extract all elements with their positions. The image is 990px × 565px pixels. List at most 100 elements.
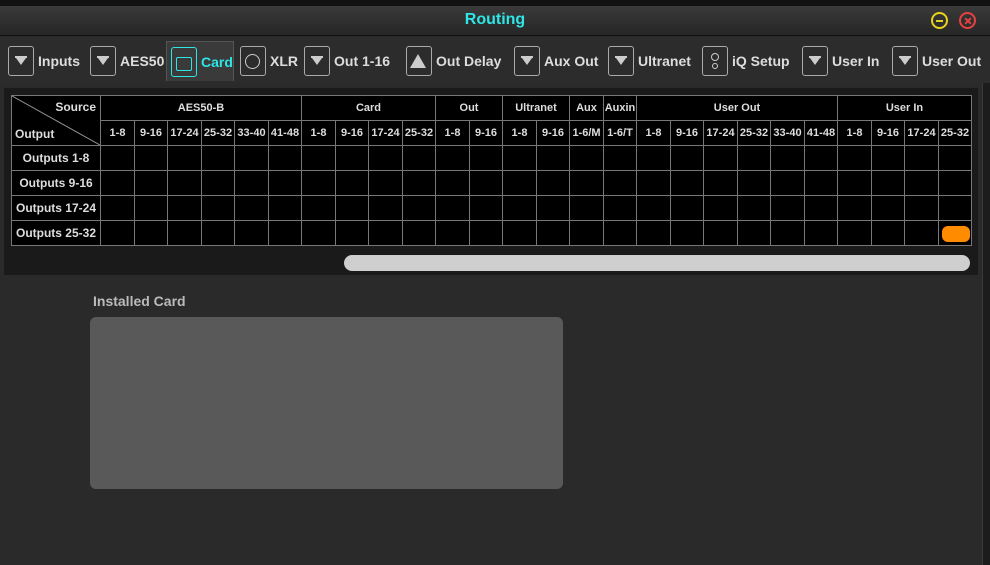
routing-cell[interactable] <box>502 220 537 246</box>
routing-cell[interactable] <box>569 195 604 221</box>
close-button[interactable] <box>959 12 976 29</box>
routing-cell[interactable] <box>368 220 403 246</box>
routing-cell[interactable] <box>670 170 704 196</box>
routing-cell[interactable] <box>569 220 604 246</box>
tab-out-delay[interactable]: Out Delay <box>402 41 506 81</box>
routing-cell[interactable] <box>536 145 570 171</box>
routing-cell[interactable] <box>435 195 470 221</box>
routing-cell[interactable] <box>837 195 872 221</box>
routing-cell[interactable] <box>469 170 503 196</box>
routing-cell[interactable] <box>603 145 637 171</box>
routing-cell[interactable] <box>201 145 235 171</box>
routing-cell[interactable] <box>770 170 805 196</box>
routing-cell[interactable] <box>502 170 537 196</box>
routing-cell[interactable] <box>938 195 972 221</box>
tab-xlr[interactable]: XLR <box>236 41 298 81</box>
routing-cell[interactable] <box>703 220 738 246</box>
routing-cell[interactable] <box>804 220 838 246</box>
routing-cell[interactable] <box>234 195 269 221</box>
routing-cell[interactable] <box>938 170 972 196</box>
routing-cell[interactable] <box>268 170 302 196</box>
routing-cell[interactable] <box>402 195 436 221</box>
routing-cell[interactable] <box>770 145 805 171</box>
routing-cell[interactable] <box>569 145 604 171</box>
routing-cell[interactable] <box>100 195 135 221</box>
tab-iq-setup[interactable]: iQ Setup <box>698 41 794 81</box>
routing-cell[interactable] <box>268 220 302 246</box>
routing-cell[interactable] <box>402 220 436 246</box>
routing-cell[interactable] <box>737 195 771 221</box>
routing-cell[interactable] <box>904 145 939 171</box>
routing-cell[interactable] <box>703 145 738 171</box>
routing-cell[interactable] <box>201 170 235 196</box>
routing-cell[interactable] <box>469 220 503 246</box>
routing-cell[interactable] <box>703 170 738 196</box>
routing-cell[interactable] <box>536 170 570 196</box>
routing-cell[interactable] <box>636 145 671 171</box>
routing-cell[interactable] <box>670 145 704 171</box>
routing-cell[interactable] <box>167 170 202 196</box>
routing-cell[interactable] <box>804 195 838 221</box>
routing-cell[interactable] <box>569 170 604 196</box>
routing-cell[interactable] <box>603 170 637 196</box>
routing-cell[interactable] <box>167 145 202 171</box>
routing-cell[interactable] <box>134 195 168 221</box>
routing-cell[interactable] <box>502 145 537 171</box>
routing-cell[interactable] <box>268 195 302 221</box>
routing-cell[interactable] <box>234 145 269 171</box>
routing-cell[interactable] <box>804 170 838 196</box>
routing-cell[interactable] <box>804 145 838 171</box>
routing-cell[interactable] <box>201 220 235 246</box>
routing-cell[interactable] <box>770 195 805 221</box>
routing-cell[interactable] <box>335 195 369 221</box>
tab-user-in[interactable]: User In <box>798 41 884 81</box>
routing-cell[interactable] <box>871 220 905 246</box>
routing-cell[interactable] <box>234 220 269 246</box>
routing-cell[interactable] <box>938 145 972 171</box>
routing-cell[interactable] <box>871 170 905 196</box>
routing-cell[interactable] <box>603 220 637 246</box>
tab-inputs[interactable]: Inputs <box>4 41 80 81</box>
routing-cell[interactable] <box>368 145 403 171</box>
routing-cell[interactable] <box>134 170 168 196</box>
routing-cell[interactable] <box>636 170 671 196</box>
routing-cell[interactable] <box>435 170 470 196</box>
routing-cell[interactable] <box>368 195 403 221</box>
routing-cell[interactable] <box>435 145 470 171</box>
routing-cell[interactable] <box>435 220 470 246</box>
routing-cell[interactable] <box>904 195 939 221</box>
routing-cell[interactable] <box>301 170 336 196</box>
horizontal-scrollbar[interactable] <box>344 255 970 271</box>
routing-cell[interactable] <box>402 145 436 171</box>
routing-cell[interactable] <box>904 220 939 246</box>
routing-cell[interactable] <box>134 145 168 171</box>
routing-cell[interactable] <box>737 145 771 171</box>
routing-cell[interactable] <box>837 220 872 246</box>
tab-card[interactable]: Card <box>166 41 234 81</box>
routing-cell[interactable] <box>703 195 738 221</box>
routing-cell[interactable] <box>871 195 905 221</box>
routing-cell[interactable] <box>904 170 939 196</box>
routing-cell[interactable] <box>670 195 704 221</box>
routing-cell[interactable] <box>301 195 336 221</box>
routing-cell[interactable] <box>502 195 537 221</box>
routing-cell[interactable] <box>603 195 637 221</box>
routing-cell[interactable] <box>402 170 436 196</box>
routing-cell[interactable] <box>201 195 235 221</box>
routing-cell[interactable] <box>837 145 872 171</box>
routing-cell[interactable] <box>837 170 872 196</box>
routing-cell[interactable] <box>335 170 369 196</box>
routing-cell[interactable] <box>670 220 704 246</box>
routing-cell[interactable] <box>167 220 202 246</box>
routing-cell[interactable] <box>301 145 336 171</box>
routing-cell[interactable] <box>871 145 905 171</box>
routing-cell[interactable] <box>368 170 403 196</box>
routing-cell[interactable] <box>100 145 135 171</box>
routing-cell-active[interactable] <box>938 220 972 246</box>
tab-aes50[interactable]: AES50 <box>86 41 164 81</box>
routing-cell[interactable] <box>234 170 269 196</box>
routing-cell[interactable] <box>737 170 771 196</box>
routing-cell[interactable] <box>167 195 202 221</box>
routing-cell[interactable] <box>335 220 369 246</box>
routing-cell[interactable] <box>770 220 805 246</box>
